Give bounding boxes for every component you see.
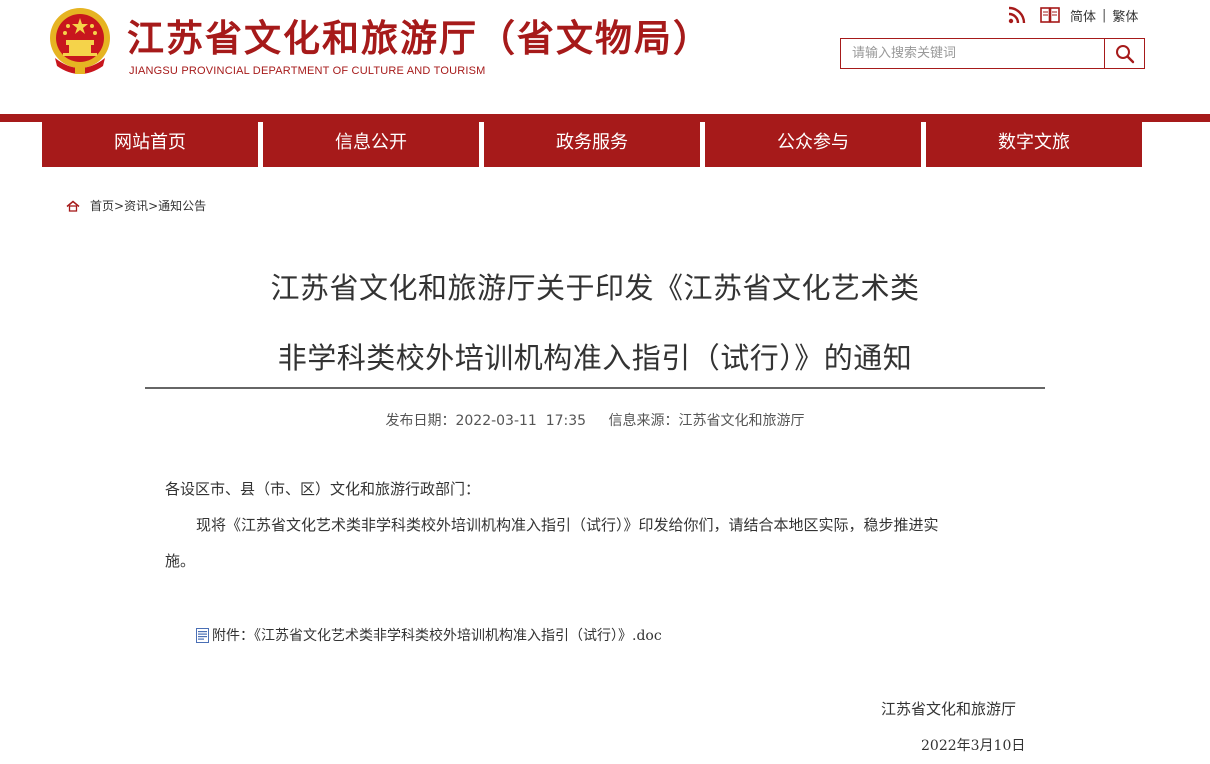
breadcrumb-notices-link[interactable]: 通知公告 [158, 197, 206, 214]
article-meta: 发布日期：2022-03-11 17:35 信息来源：江苏省文化和旅游厅 [145, 410, 1045, 430]
nav-item-public-participation[interactable]: 公众参与 [705, 114, 921, 167]
site-subtitle: JIANGSU PROVINCIAL DEPARTMENT OF CULTURE… [129, 65, 486, 77]
title-divider [145, 387, 1045, 389]
breadcrumb-news-link[interactable]: 资讯 [124, 197, 148, 214]
site-title: 江苏省文化和旅游厅（省文物局） [127, 16, 712, 60]
article-greeting: 各设区市、县（市、区）文化和旅游行政部门： [165, 480, 481, 498]
article-body-line2: 施。 [165, 552, 196, 570]
lang-simplified-link[interactable]: 简体 [1070, 6, 1096, 25]
rss-icon[interactable] [1008, 6, 1026, 24]
attachment-label: 附件：《江苏省文化艺术类非学科类校外培训机构准入指引（试行）》.doc [212, 628, 662, 644]
article-title-line2: 非学科类校外培训机构准入指引（试行）》的通知 [277, 341, 913, 375]
breadcrumb-separator: > [148, 198, 159, 213]
article-body-line1: 现将《江苏省文化艺术类非学科类校外培训机构准入指引（试行）》印发给你们，请结合本… [196, 516, 939, 534]
nav-item-digital-tourism[interactable]: 数字文旅 [926, 114, 1142, 167]
info-source: 信息来源：江苏省文化和旅游厅 [608, 413, 805, 429]
main-nav: 网站首页 信息公开 政务服务 公众参与 数字文旅 [42, 114, 1142, 167]
national-emblem-icon[interactable] [47, 6, 113, 78]
nav-item-gov-services[interactable]: 政务服务 [484, 114, 700, 167]
search-icon [1115, 44, 1134, 63]
signature-date: 2022年3月10日 [921, 738, 1026, 754]
top-utility-bar: 简体 | 繁体 [1008, 5, 1138, 25]
doc-icon [196, 627, 209, 643]
lang-separator: | [1102, 7, 1107, 23]
signature-organization: 江苏省文化和旅游厅 [881, 700, 1017, 718]
article-title-line1: 江苏省文化和旅游厅关于印发《江苏省文化艺术类 [270, 271, 920, 305]
search-box [840, 38, 1145, 69]
nav-item-info-disclosure[interactable]: 信息公开 [263, 114, 479, 167]
lang-traditional-link[interactable]: 繁体 [1112, 6, 1138, 25]
book-icon[interactable] [1040, 7, 1060, 23]
breadcrumb-home-link[interactable]: 首页 [90, 197, 114, 214]
search-button[interactable] [1104, 39, 1144, 68]
breadcrumb: 首页 > 资讯 > 通知公告 [66, 197, 206, 214]
nav-item-home[interactable]: 网站首页 [42, 114, 258, 167]
site-header: 江苏省文化和旅游厅（省文物局） JIANGSU PROVINCIAL DEPAR… [0, 0, 1210, 115]
publish-date: 发布日期：2022-03-11 17:35 [385, 413, 587, 429]
breadcrumb-separator: > [114, 198, 125, 213]
home-icon [66, 200, 80, 212]
attachment-link[interactable]: 附件：《江苏省文化艺术类非学科类校外培训机构准入指引（试行）》.doc [196, 625, 662, 645]
search-input[interactable] [841, 39, 1103, 68]
